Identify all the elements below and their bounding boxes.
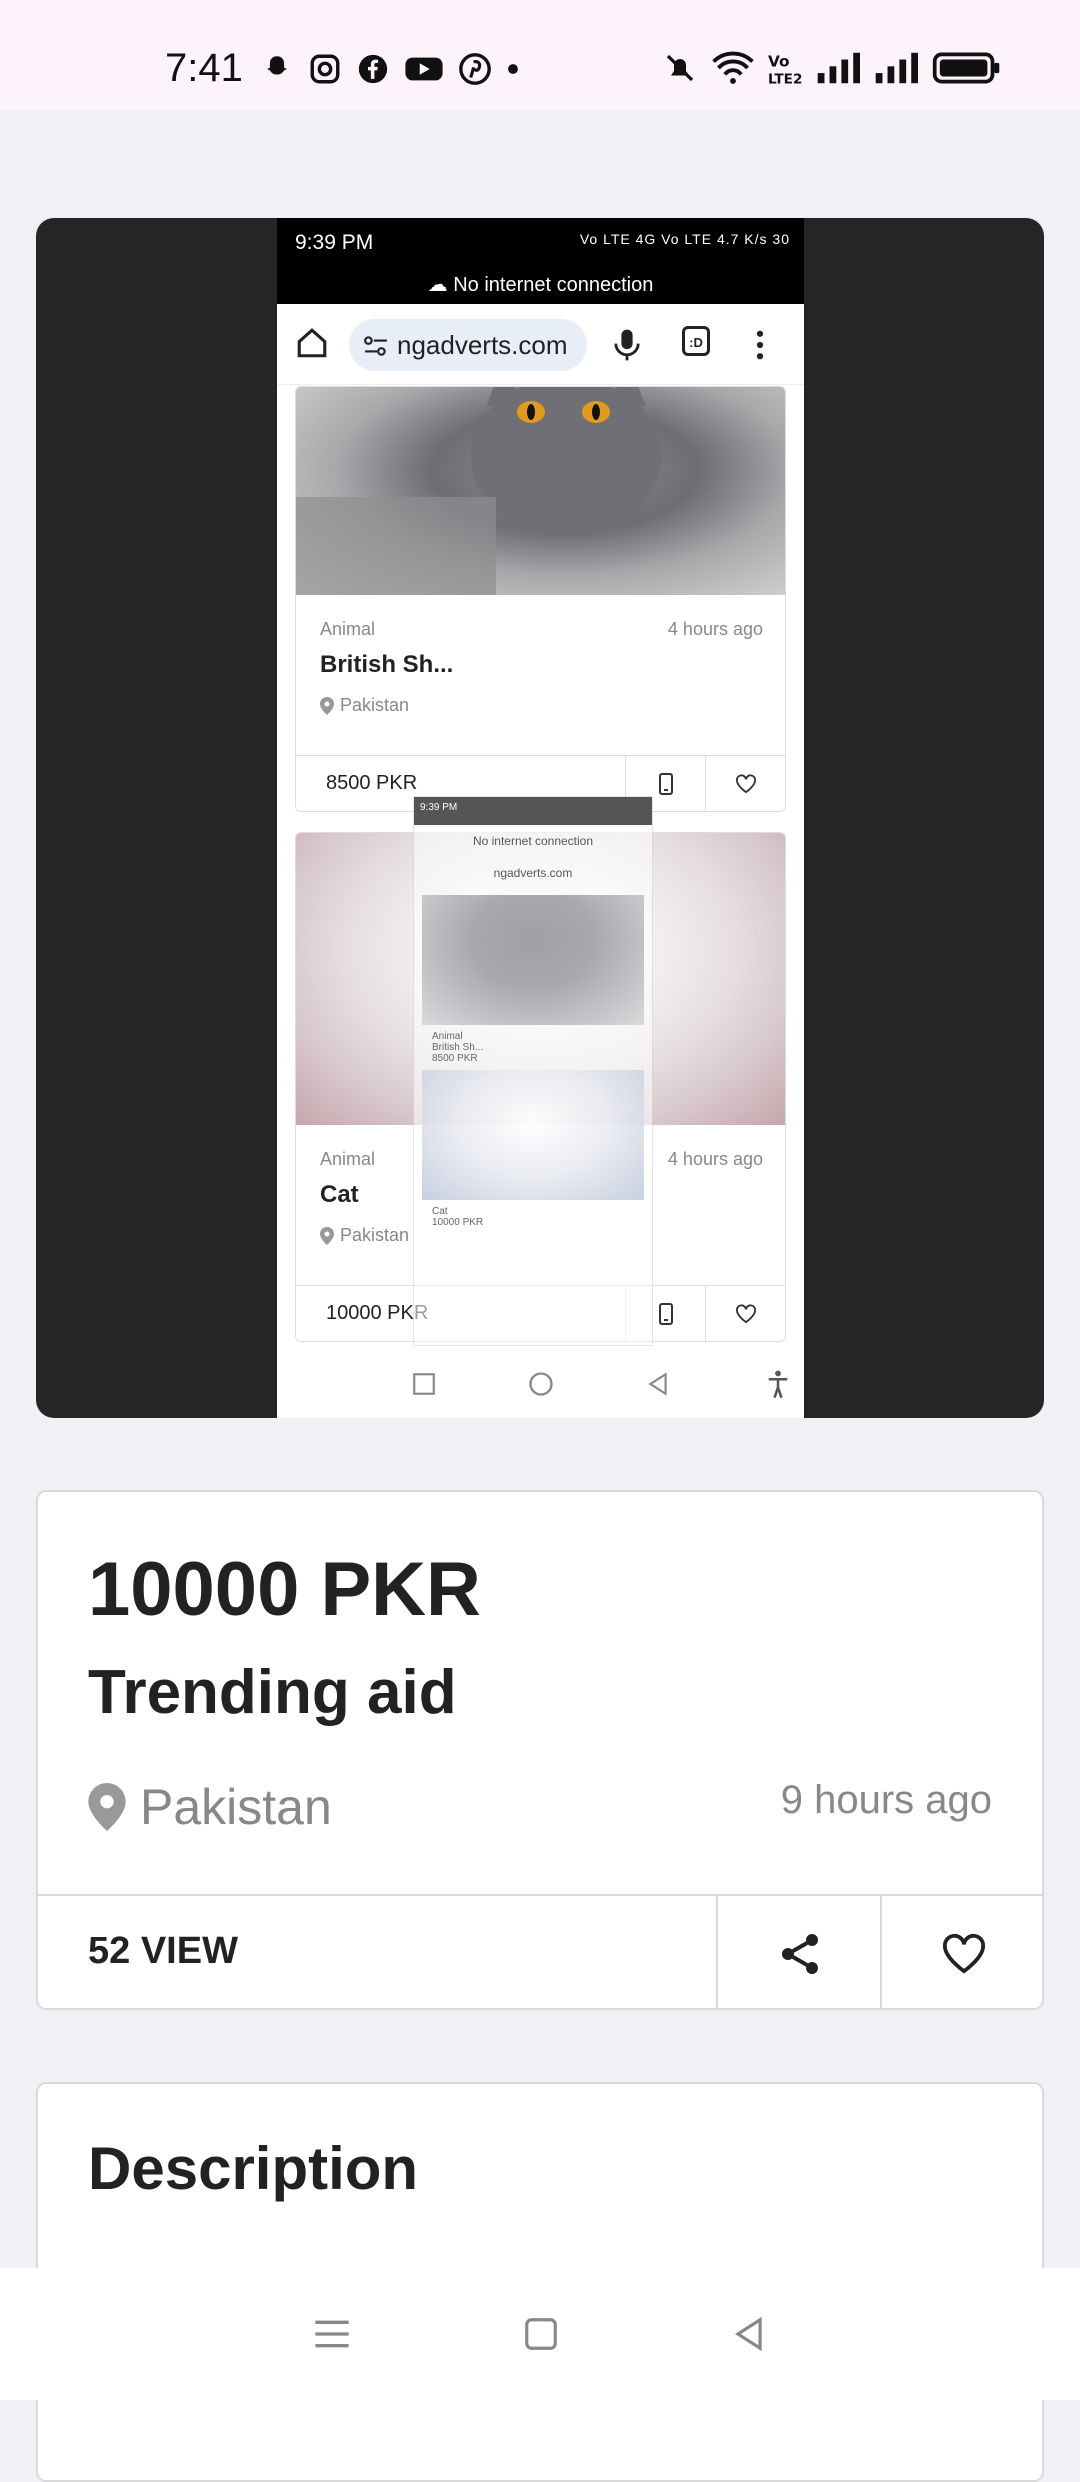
battery-icon [932,52,1000,84]
nested-screenshot-overlay: 9:39 PM No internet connection ngadverts… [413,796,653,1346]
home-button-icon[interactable] [522,2315,560,2353]
mini-ad1-category: Animal [432,1031,463,1042]
heart-icon [736,1303,756,1323]
screenshot-image[interactable]: 9:39 PM Vo LTE 4G Vo LTE 4.7 K/s 30 ☁ No… [36,218,1044,1418]
ad-location-text: Pakistan [340,695,410,715]
phone-icon [659,1302,673,1325]
listing-time-ago: 9 hours ago [780,1778,992,1822]
mic-icon [614,329,640,361]
description-title: Description [88,2135,419,2202]
site-settings-icon [364,336,387,356]
home-icon [297,328,327,358]
youtube-icon [405,57,443,81]
cat-face-icon [296,387,661,595]
system-nav-bar [0,2268,1080,2400]
mini-ad1-price: 8500 PKR [432,1053,478,1064]
no-internet-banner: ☁ No internet connection [277,270,804,304]
ad-category: Animal [320,619,376,639]
menu-icon[interactable] [312,2316,352,2352]
ad-card-british-shorthair: Animal 4 hours ago British Sh... Pakista… [295,386,786,812]
embedded-status-bar: 9:39 PM Vo LTE 4G Vo LTE 4.7 K/s 30 [277,218,804,270]
listing-price: 10000 PKR [88,1547,481,1632]
back-icon [647,1372,667,1396]
heart-icon [942,1933,986,1974]
heart-icon [736,773,756,793]
ad-time: 4 hours ago [667,619,763,639]
status-bar: 7:41 Vo LTE2 [0,0,1080,110]
accessibility-icon [768,1370,788,1399]
ad-category: Animal [320,1149,376,1169]
mini-ad2-title: Cat [432,1206,448,1217]
pinterest-icon [459,53,491,85]
no-internet-text: No internet connection [453,274,654,296]
back-button-icon[interactable] [730,2315,768,2353]
ad-location: Pakistan [320,1225,409,1246]
mini-ad1-title: British Sh... [432,1042,484,1053]
ad-meta: Animal 4 hours ago British Sh... Pakista… [296,595,785,755]
more-menu-icon [756,330,764,360]
favorite-button [705,756,785,811]
ad-title: British Sh... [320,651,454,678]
share-button[interactable] [716,1896,882,2008]
cloud-off-icon: ☁ [427,274,454,296]
listing-location: Pakistan [88,1778,332,1836]
system-indicators: Vo LTE2 [662,50,1002,86]
mini-banner: No internet connection [472,834,594,848]
svg-text:Vo: Vo [768,52,790,70]
browser-toolbar: ngadverts.com :D [277,304,804,385]
instagram-icon [310,54,340,84]
ad-location: Pakistan [320,695,409,716]
favorite-button [705,1286,785,1341]
snapchat-icon [267,56,287,75]
recents-icon [412,1373,435,1395]
embedded-indicators: Vo LTE 4G Vo LTE 4.7 K/s 30 [579,231,790,247]
facebook-icon [358,54,388,84]
tab-switcher-icon: :D [682,326,710,356]
location-pin-icon [320,1226,334,1245]
mini-white-cat-photo [422,1070,644,1200]
embedded-time: 9:39 PM [295,231,374,254]
home-circle-icon [528,1372,553,1396]
location-pin-icon [88,1783,126,1831]
volte-icon: VoLTE2 [768,52,802,86]
view-count: 52 VIEW [88,1930,238,1972]
svg-text:LTE2: LTE2 [768,71,802,86]
mini-url: ngadverts.com [493,866,573,880]
favorite-button[interactable] [880,1896,1042,2008]
mini-status: 9:39 PM [414,797,652,825]
mute-icon [666,54,694,82]
cat-photo [296,387,785,595]
ad-time: 4 hours ago [667,1149,763,1169]
ad-price: 8500 PKR [326,772,418,794]
embedded-phone-screen: 9:39 PM Vo LTE 4G Vo LTE 4.7 K/s 30 ☁ No… [277,218,804,1418]
ad-title: Cat [320,1181,359,1208]
signal-icon [817,52,860,84]
location-pin-icon [320,696,334,715]
listing-location-text: Pakistan [140,1779,332,1835]
signal-icon-2 [875,52,918,84]
embedded-nav-bar [277,1350,804,1418]
status-time: 7:41 [165,46,243,90]
phone-icon [659,772,673,795]
notification-icons [260,52,520,86]
ad-location-text: Pakistan [340,1225,410,1245]
listing-footer: 52 VIEW [38,1894,1042,2008]
dot-icon [508,64,518,74]
mini-ad2-price: 10000 PKR [432,1217,484,1228]
share-icon [782,1934,818,1974]
wifi-icon [712,51,754,84]
mini-cat-photo [422,895,644,1025]
listing-title: Trending aid [88,1658,457,1727]
listing-info-card: 10000 PKR Trending aid Pakistan 9 hours … [36,1490,1044,2010]
